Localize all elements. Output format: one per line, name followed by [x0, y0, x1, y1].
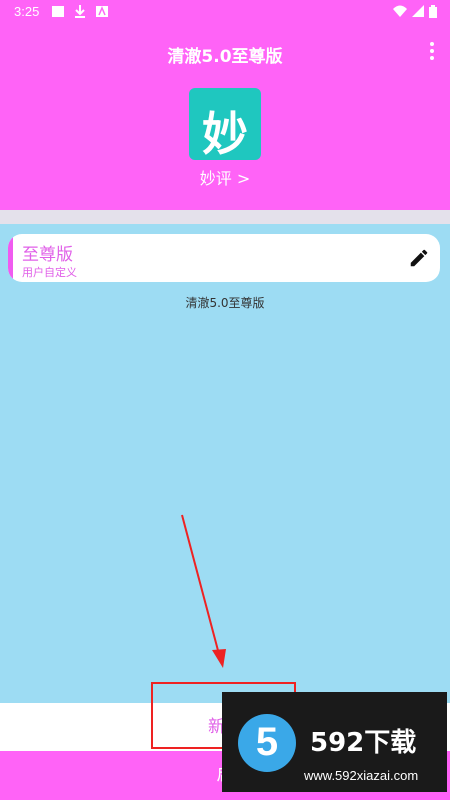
card-title: 至尊版	[22, 245, 73, 265]
status-time: 3:25	[14, 4, 40, 19]
card-accent-bar	[8, 234, 13, 282]
logo-label-link[interactable]: 妙评 >	[0, 165, 450, 189]
download-icon	[75, 5, 85, 18]
app-bar: 清澈5.0至尊版	[0, 24, 450, 80]
card-subtitle: 用户自定义	[22, 266, 77, 279]
logo-glyph: 妙	[202, 107, 248, 161]
content-area	[0, 210, 450, 705]
wifi-icon	[393, 5, 407, 17]
content-top-strip	[0, 210, 450, 224]
status-bar: 3:25	[0, 0, 450, 24]
app-title: 清澈5.0至尊版	[167, 47, 283, 67]
watermark-number: 5	[255, 720, 279, 764]
app-logo[interactable]: 妙	[189, 88, 261, 161]
more-vert-icon[interactable]	[426, 40, 438, 62]
watermark-brand: 592下载	[310, 728, 417, 758]
pencil-icon[interactable]	[408, 247, 430, 269]
battery-icon	[429, 5, 437, 18]
watermark: 5 592下载 www.592xiazai.com	[222, 692, 447, 792]
a-icon	[96, 6, 108, 17]
signal-icon	[412, 5, 424, 17]
watermark-url: www.592xiazai.com	[304, 768, 419, 783]
config-name-label: 清澈5.0至尊版	[185, 296, 265, 310]
config-card[interactable]: 至尊版 用户自定义	[8, 234, 440, 282]
image-icon	[52, 6, 64, 17]
